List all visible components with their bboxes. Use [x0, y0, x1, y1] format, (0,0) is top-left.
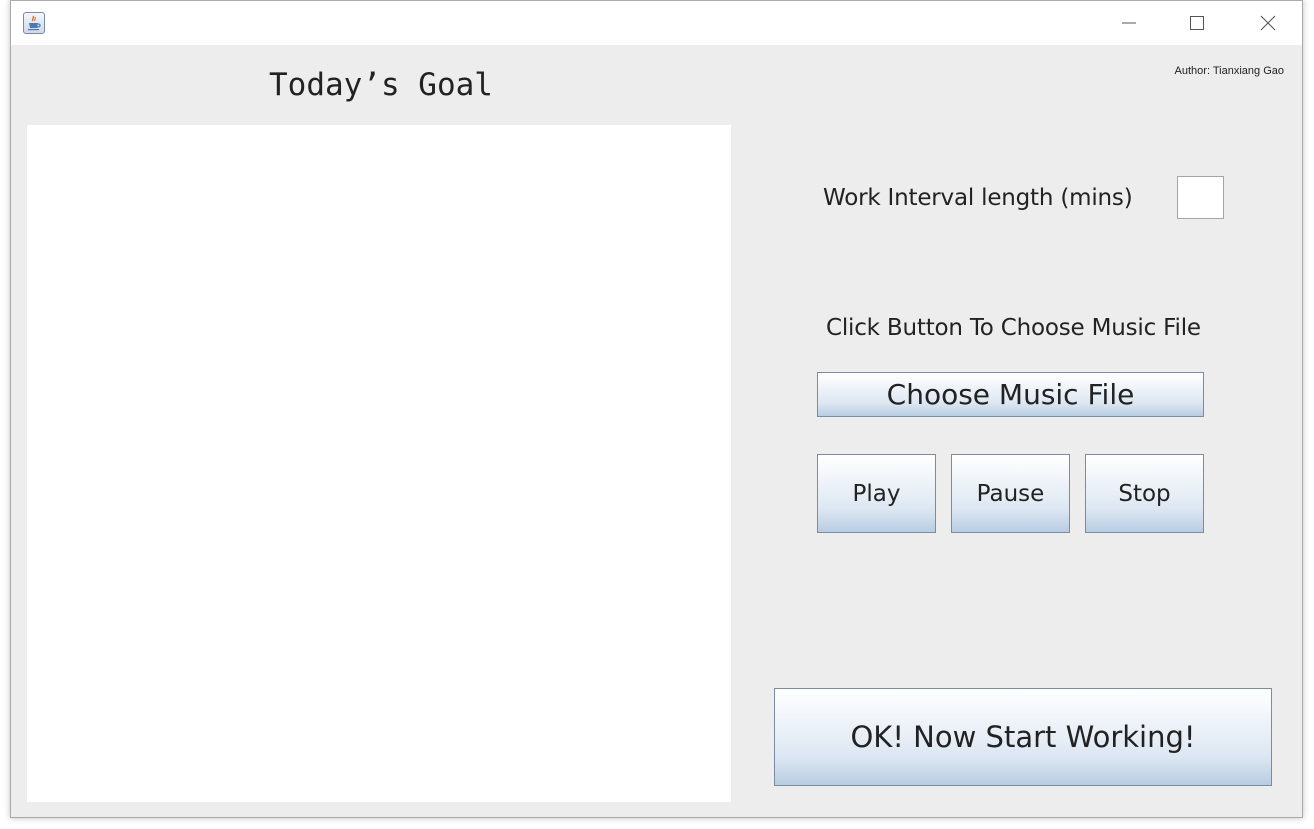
- close-icon: [1260, 15, 1276, 31]
- start-working-button[interactable]: OK! Now Start Working!: [774, 688, 1272, 786]
- pause-button[interactable]: Pause: [951, 454, 1070, 533]
- main-content: Today’s Goal Author: Tianxiang Gao Work …: [11, 45, 1302, 817]
- music-label: Click Button To Choose Music File: [826, 315, 1201, 341]
- goal-text-area[interactable]: [27, 125, 731, 802]
- maximize-button[interactable]: [1174, 1, 1220, 45]
- stop-button[interactable]: Stop: [1085, 454, 1204, 533]
- app-window: Today’s Goal Author: Tianxiang Gao Work …: [10, 0, 1303, 818]
- minimize-icon: [1122, 22, 1136, 24]
- interval-label: Work Interval length (mins): [823, 185, 1133, 211]
- choose-music-button[interactable]: Choose Music File: [817, 372, 1204, 417]
- goal-title: Today’s Goal: [269, 67, 493, 103]
- minimize-button[interactable]: [1106, 1, 1152, 45]
- interval-input[interactable]: [1177, 176, 1224, 219]
- close-button[interactable]: [1245, 1, 1291, 45]
- maximize-icon: [1190, 16, 1204, 30]
- play-button[interactable]: Play: [817, 454, 936, 533]
- java-coffee-cup-icon[interactable]: [23, 12, 45, 34]
- title-bar[interactable]: [11, 1, 1302, 45]
- author-label: Author: Tianxiang Gao: [1174, 65, 1284, 77]
